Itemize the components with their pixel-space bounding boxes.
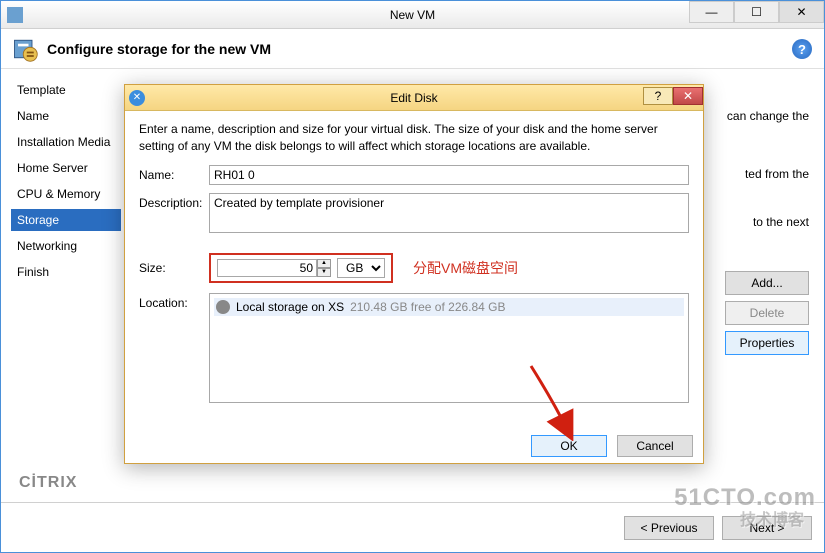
disk-icon xyxy=(216,300,230,314)
cancel-button[interactable]: Cancel xyxy=(617,435,693,457)
ok-button[interactable]: OK xyxy=(531,435,607,457)
spin-down-button[interactable]: ▼ xyxy=(317,268,331,277)
modal-intro: Enter a name, description and size for y… xyxy=(139,121,689,155)
new-vm-window: New VM — ☐ ✕ Configure storage for the n… xyxy=(0,0,825,553)
description-label: Description: xyxy=(139,193,209,233)
modal-help-button[interactable]: ? xyxy=(643,87,673,105)
modal-title: Edit Disk xyxy=(390,91,437,105)
watermark-sub: 技术博客 xyxy=(740,506,804,530)
edit-disk-dialog: ✕ Edit Disk ? ✕ Enter a name, descriptio… xyxy=(124,84,704,464)
location-list[interactable]: Local storage on XS 210.48 GB free of 22… xyxy=(209,293,689,403)
modal-titlebar[interactable]: ✕ Edit Disk ? ✕ xyxy=(125,85,703,111)
location-free: 210.48 GB free of 226.84 GB xyxy=(350,300,505,314)
size-group: ▲ ▼ GB xyxy=(209,253,393,283)
annotation-text: 分配VM磁盘空间 xyxy=(413,258,518,278)
description-input[interactable]: Created by template provisioner xyxy=(209,193,689,233)
location-name: Local storage on XS xyxy=(236,300,344,314)
name-label: Name: xyxy=(139,165,209,185)
name-input[interactable] xyxy=(209,165,689,185)
size-unit-select[interactable]: GB xyxy=(337,258,385,278)
location-label: Location: xyxy=(139,293,209,403)
location-item[interactable]: Local storage on XS 210.48 GB free of 22… xyxy=(214,298,684,316)
modal-icon: ✕ xyxy=(129,90,145,106)
modal-close-button[interactable]: ✕ xyxy=(673,87,703,105)
spin-up-button[interactable]: ▲ xyxy=(317,259,331,268)
size-input[interactable] xyxy=(217,259,317,277)
size-label: Size: xyxy=(139,261,209,275)
